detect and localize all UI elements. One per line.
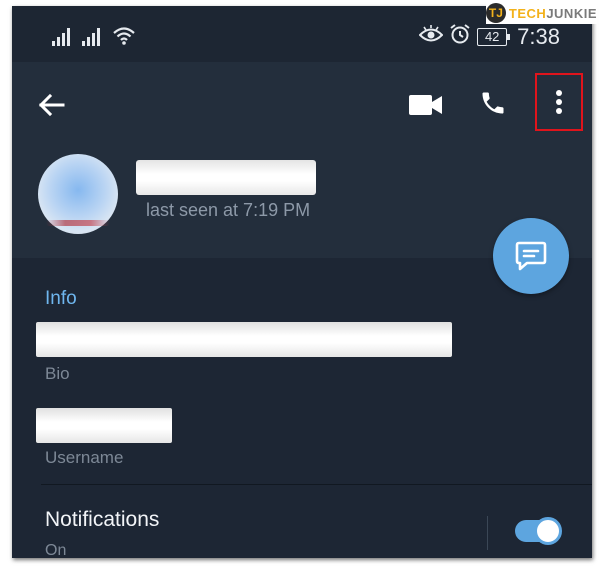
status-bar-left bbox=[52, 26, 136, 51]
status-time: 7:38 bbox=[517, 23, 560, 49]
signal-icon bbox=[82, 28, 102, 51]
battery-indicator: 42 bbox=[477, 27, 511, 46]
bio-label: Bio bbox=[45, 364, 70, 383]
notifications-title[interactable]: Notifications bbox=[45, 508, 159, 532]
toggle-knob bbox=[534, 517, 562, 545]
more-options-button[interactable] bbox=[535, 73, 583, 131]
info-heading: Info bbox=[45, 288, 77, 309]
back-arrow-icon bbox=[38, 93, 65, 117]
video-call-icon bbox=[409, 95, 442, 115]
notifications-toggle[interactable] bbox=[515, 517, 562, 545]
signal-icon bbox=[52, 28, 72, 51]
chat-icon bbox=[515, 241, 547, 271]
bio-value-redacted[interactable] bbox=[36, 322, 452, 357]
wifi-icon bbox=[112, 26, 136, 51]
phone-screen: 42 7:38 last seen at 7:19 PM Info Bio Us… bbox=[12, 6, 592, 558]
info-section: Info Bio Username Notifications On bbox=[12, 258, 592, 558]
watermark-text: TECHJUNKIE bbox=[508, 5, 597, 21]
techjunkie-logo-icon: TJ bbox=[485, 3, 506, 23]
voice-call-button[interactable] bbox=[476, 86, 510, 120]
alarm-icon bbox=[449, 23, 471, 50]
notifications-status: On bbox=[45, 542, 67, 558]
phone-icon bbox=[482, 92, 504, 114]
divider bbox=[41, 484, 592, 485]
vertical-separator bbox=[487, 516, 488, 550]
status-bar-right: 42 7:38 bbox=[418, 23, 560, 50]
last-seen-status: last seen at 7:19 PM bbox=[146, 200, 311, 220]
back-button[interactable] bbox=[34, 88, 68, 122]
message-button[interactable] bbox=[493, 218, 569, 294]
username-value-redacted[interactable] bbox=[36, 408, 172, 443]
techjunkie-watermark: TJ TECHJUNKIE bbox=[485, 2, 597, 24]
eye-icon bbox=[418, 24, 444, 49]
more-vert-icon bbox=[556, 90, 562, 114]
contact-name-redacted bbox=[136, 160, 316, 195]
username-label: Username bbox=[45, 448, 124, 467]
video-call-button[interactable] bbox=[408, 88, 444, 122]
avatar[interactable] bbox=[38, 154, 118, 234]
